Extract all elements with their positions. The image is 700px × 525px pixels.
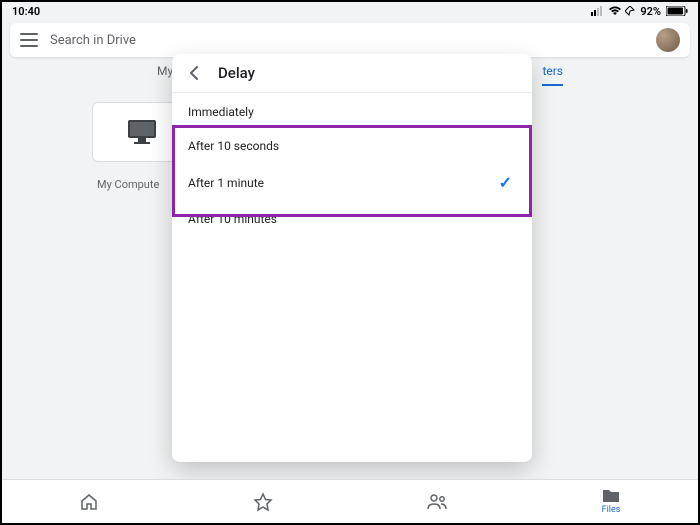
folder-icon <box>601 488 621 504</box>
delay-modal: Delay Immediately After 10 seconds After… <box>172 54 532 462</box>
option-label: After 10 seconds <box>188 139 279 153</box>
option-immediately[interactable]: Immediately <box>172 95 532 129</box>
location-icon <box>625 6 635 16</box>
tab-my-computer[interactable]: My <box>157 64 173 78</box>
people-icon <box>426 492 448 512</box>
nav-home[interactable] <box>2 480 176 523</box>
tab-computers[interactable]: ters <box>542 64 563 86</box>
status-indicators: 92% <box>591 5 688 18</box>
option-label: Immediately <box>188 105 254 119</box>
nav-files[interactable]: Files <box>524 480 698 523</box>
modal-title: Delay <box>218 64 255 82</box>
home-icon <box>79 492 99 512</box>
star-icon <box>253 492 273 512</box>
signal-icon <box>591 6 605 16</box>
wifi-icon <box>608 6 622 16</box>
folder-label: My Compute <box>97 178 159 191</box>
avatar[interactable] <box>656 28 680 52</box>
option-label: After 1 minute <box>188 176 264 190</box>
option-after-1-minute[interactable]: After 1 minute ✓ <box>172 163 532 202</box>
modal-header: Delay <box>172 54 532 93</box>
menu-icon[interactable] <box>20 33 38 47</box>
option-label: After 10 minutes <box>188 212 277 226</box>
battery-icon <box>666 6 688 16</box>
nav-shared[interactable] <box>350 480 524 523</box>
status-time: 10:40 <box>12 5 40 18</box>
battery-percent: 92% <box>640 5 661 18</box>
back-icon[interactable] <box>186 65 202 81</box>
search-bar[interactable]: Search in Drive <box>10 23 690 57</box>
delay-options: Immediately After 10 seconds After 1 min… <box>172 93 532 236</box>
search-placeholder: Search in Drive <box>50 33 644 48</box>
option-after-10-seconds[interactable]: After 10 seconds <box>172 129 532 163</box>
bottom-nav: Files <box>2 479 698 523</box>
nav-files-label: Files <box>602 505 621 515</box>
option-after-10-minutes[interactable]: After 10 minutes <box>172 202 532 236</box>
monitor-icon <box>126 118 158 146</box>
status-bar: 10:40 92% <box>2 2 698 20</box>
check-icon: ✓ <box>499 173 512 192</box>
nav-starred[interactable] <box>176 480 350 523</box>
